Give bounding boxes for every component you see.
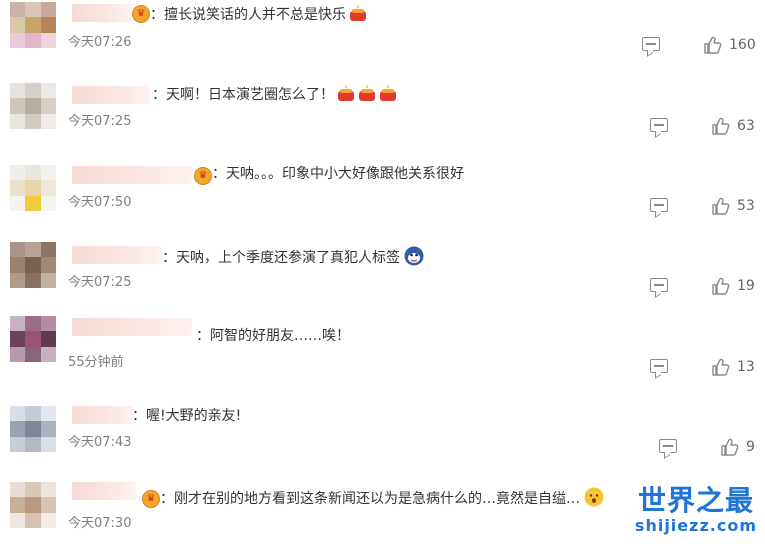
avatar[interactable] [10, 316, 56, 362]
like-count: 160 [729, 37, 756, 53]
comment-item: ：阿智的好朋友……唉！ 55分钟前 13 [0, 316, 765, 400]
reply-icon[interactable] [650, 359, 668, 373]
sweat-face-emoji [404, 246, 424, 266]
avatar[interactable] [10, 482, 56, 528]
like-count: 19 [737, 278, 755, 294]
thumbs-up-icon [712, 197, 730, 215]
thumbs-up-icon [712, 277, 730, 295]
comment-time: 55分钟前 [68, 355, 124, 370]
like-button[interactable]: 9 [720, 437, 755, 457]
avatar[interactable] [10, 165, 56, 211]
comment-text: ：天呐。。。印象中小大好像跟他关系很好 [212, 166, 464, 182]
thumbs-up-icon [712, 358, 730, 376]
username[interactable] [72, 406, 134, 424]
like-button[interactable]: 19 [711, 276, 755, 296]
avatar[interactable] [10, 242, 56, 288]
like-count: 9 [746, 439, 755, 455]
avatar[interactable] [10, 83, 56, 129]
comment-text: ：擅长说笑话的人并不总是快乐 [150, 4, 367, 25]
like-count: 13 [737, 359, 755, 375]
comment-item: ♛ ：天呐。。。印象中小大好像跟他关系很好 今天07:50 53 [0, 160, 765, 240]
vip-crown-icon: ♛ [194, 167, 212, 185]
comment-item: ：天呐，上个季度还参演了真犯人标签 今天07:25 19 [0, 240, 765, 320]
comment-text: ：刚才在别的地方看到这条新闻还以为是急病什么的…竟然是自缢… [160, 487, 604, 509]
comment-text: ：阿智的好朋友……唉！ [196, 328, 350, 344]
username[interactable] [72, 318, 192, 336]
watermark-logo: 世界之最 shijiezz.com [635, 485, 757, 535]
like-button[interactable]: 160 [703, 35, 756, 55]
cake-emoji [380, 85, 396, 101]
comment-item: ♛ ：擅长说笑话的人并不总是快乐 今天07:26 160 [0, 0, 765, 80]
reply-icon[interactable] [659, 439, 677, 453]
comment-time: 今天07:30 [68, 516, 132, 531]
like-count: 63 [737, 118, 755, 134]
reply-icon[interactable] [650, 198, 668, 212]
avatar[interactable] [10, 2, 56, 48]
shocked-face-emoji [584, 487, 604, 507]
username[interactable] [72, 86, 150, 104]
username[interactable] [72, 246, 162, 264]
comment-time: 今天07:26 [68, 35, 132, 50]
cake-emoji [350, 5, 366, 21]
watermark-title: 世界之最 [637, 484, 754, 517]
username[interactable] [72, 482, 136, 500]
reply-icon[interactable] [650, 118, 668, 132]
comment-item: ：天啊！日本演艺圈怎么了！ 今天07:25 63 [0, 80, 765, 160]
like-count: 53 [737, 198, 755, 214]
thumbs-up-icon [712, 117, 730, 135]
avatar[interactable] [10, 406, 56, 452]
comment-text: ：天呐，上个季度还参演了真犯人标签 [162, 246, 424, 268]
thumbs-up-icon [704, 36, 722, 54]
vip-crown-icon: ♛ [132, 5, 150, 23]
comment-time: 今天07:25 [68, 275, 132, 290]
comment-item: ：喔!大野的亲友! 今天07:43 9 [0, 400, 765, 480]
like-button[interactable]: 63 [711, 116, 755, 136]
cake-emoji [359, 85, 375, 101]
comment-time: 今天07:25 [68, 114, 132, 129]
comment-time: 今天07:50 [68, 195, 132, 210]
like-button[interactable]: 13 [711, 357, 755, 377]
thumbs-up-icon [721, 438, 739, 456]
like-button[interactable]: 53 [711, 196, 755, 216]
username[interactable] [72, 166, 192, 184]
comment-text: ：天啊！日本演艺圈怎么了！ [152, 84, 397, 105]
cake-emoji [338, 85, 354, 101]
reply-icon[interactable] [650, 278, 668, 292]
comment-time: 今天07:43 [68, 435, 132, 450]
reply-icon[interactable] [642, 37, 660, 51]
vip-crown-icon: ♛ [142, 490, 160, 508]
comment-text: ：喔!大野的亲友! [132, 408, 242, 424]
username[interactable] [72, 4, 132, 22]
watermark-url: shijiezz.com [634, 516, 757, 535]
